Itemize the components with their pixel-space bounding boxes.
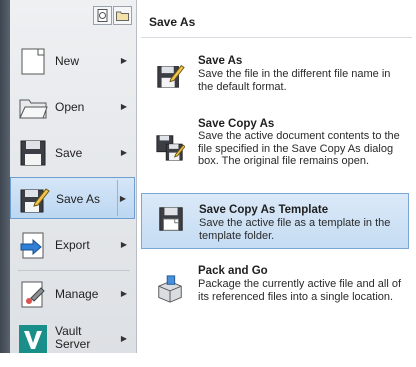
submenu-item-pack-and-go[interactable]: Pack and Go Package the currently active… xyxy=(141,258,409,320)
chevron-right-icon[interactable]: ▶ xyxy=(120,178,126,220)
save-copy-as-icon xyxy=(156,135,185,161)
menu-item-label: Save xyxy=(55,146,83,160)
pack-and-go-icon xyxy=(158,275,182,303)
menu-item-vault-server[interactable]: Vault Server ▶ xyxy=(10,318,135,360)
save-as-icon xyxy=(20,188,50,213)
submenu-item-save-as[interactable]: Save As Save the file in the different f… xyxy=(141,48,409,108)
quick-icons xyxy=(93,6,132,25)
save-template-icon xyxy=(159,207,183,231)
menu-item-label: Manage xyxy=(55,287,99,301)
chevron-right-icon: ▶ xyxy=(120,334,127,343)
submenu-item-title: Save Copy As xyxy=(198,118,275,130)
application-menu-panel: New ▶ Open ▶ Save ▶ Save As ▶ Export ▶ M… xyxy=(10,0,137,353)
save-as-submenu: Save As Save As Save the file in the dif… xyxy=(137,0,416,353)
menu-item-save[interactable]: Save ▶ xyxy=(10,132,135,174)
chevron-right-icon: ▶ xyxy=(120,240,127,249)
chevron-right-icon: ▶ xyxy=(120,289,127,298)
chevron-right-icon: ▶ xyxy=(120,102,127,111)
submenu-item-description: Package the currently active file and al… xyxy=(198,278,402,303)
submenu-item-description: Save the active document contents to the… xyxy=(198,130,400,168)
left-edge-strip xyxy=(0,0,10,353)
submenu-title: Save As xyxy=(149,15,196,29)
menu-item-label: Open xyxy=(55,100,85,114)
menu-item-manage[interactable]: Manage ▶ xyxy=(10,273,135,315)
menu-separator xyxy=(18,270,130,271)
new-document-icon xyxy=(21,48,45,75)
menu-item-label: Export xyxy=(55,238,90,252)
submenu-header-divider xyxy=(141,37,412,38)
chevron-right-icon: ▶ xyxy=(120,56,127,65)
save-as-icon xyxy=(157,64,185,88)
split-divider xyxy=(117,180,118,216)
submenu-item-description: Save the active file as a template in th… xyxy=(199,217,391,242)
folder-open-icon xyxy=(19,99,48,119)
submenu-item-description: Save the file in the different file name… xyxy=(198,68,391,93)
submenu-item-title: Pack and Go xyxy=(198,265,268,277)
menu-item-label: New xyxy=(55,54,80,68)
submenu-item-save-copy-as[interactable]: Save Copy As Save the active document co… xyxy=(141,110,409,188)
export-icon xyxy=(20,232,44,259)
menu-item-label: Vault Server xyxy=(55,324,91,351)
floppy-disk-icon xyxy=(20,140,46,166)
menu-item-new[interactable]: New ▶ xyxy=(10,40,135,82)
submenu-item-title: Save As xyxy=(198,55,243,67)
submenu-item-title: Save Copy As Template xyxy=(199,204,329,216)
menu-item-save-as[interactable]: Save As ▶ xyxy=(10,177,135,219)
submenu-item-save-copy-as-template[interactable]: Save Copy As Template Save the active fi… xyxy=(141,193,409,249)
menu-item-open[interactable]: Open ▶ xyxy=(10,86,135,128)
new-from-template-icon[interactable] xyxy=(93,6,112,25)
manage-icon xyxy=(21,281,45,308)
open-folder-icon[interactable] xyxy=(113,6,132,25)
vault-logo-icon xyxy=(19,325,47,353)
chevron-right-icon: ▶ xyxy=(120,148,127,157)
menu-item-export[interactable]: Export ▶ xyxy=(10,224,135,266)
menu-item-label: Save As xyxy=(56,192,101,206)
